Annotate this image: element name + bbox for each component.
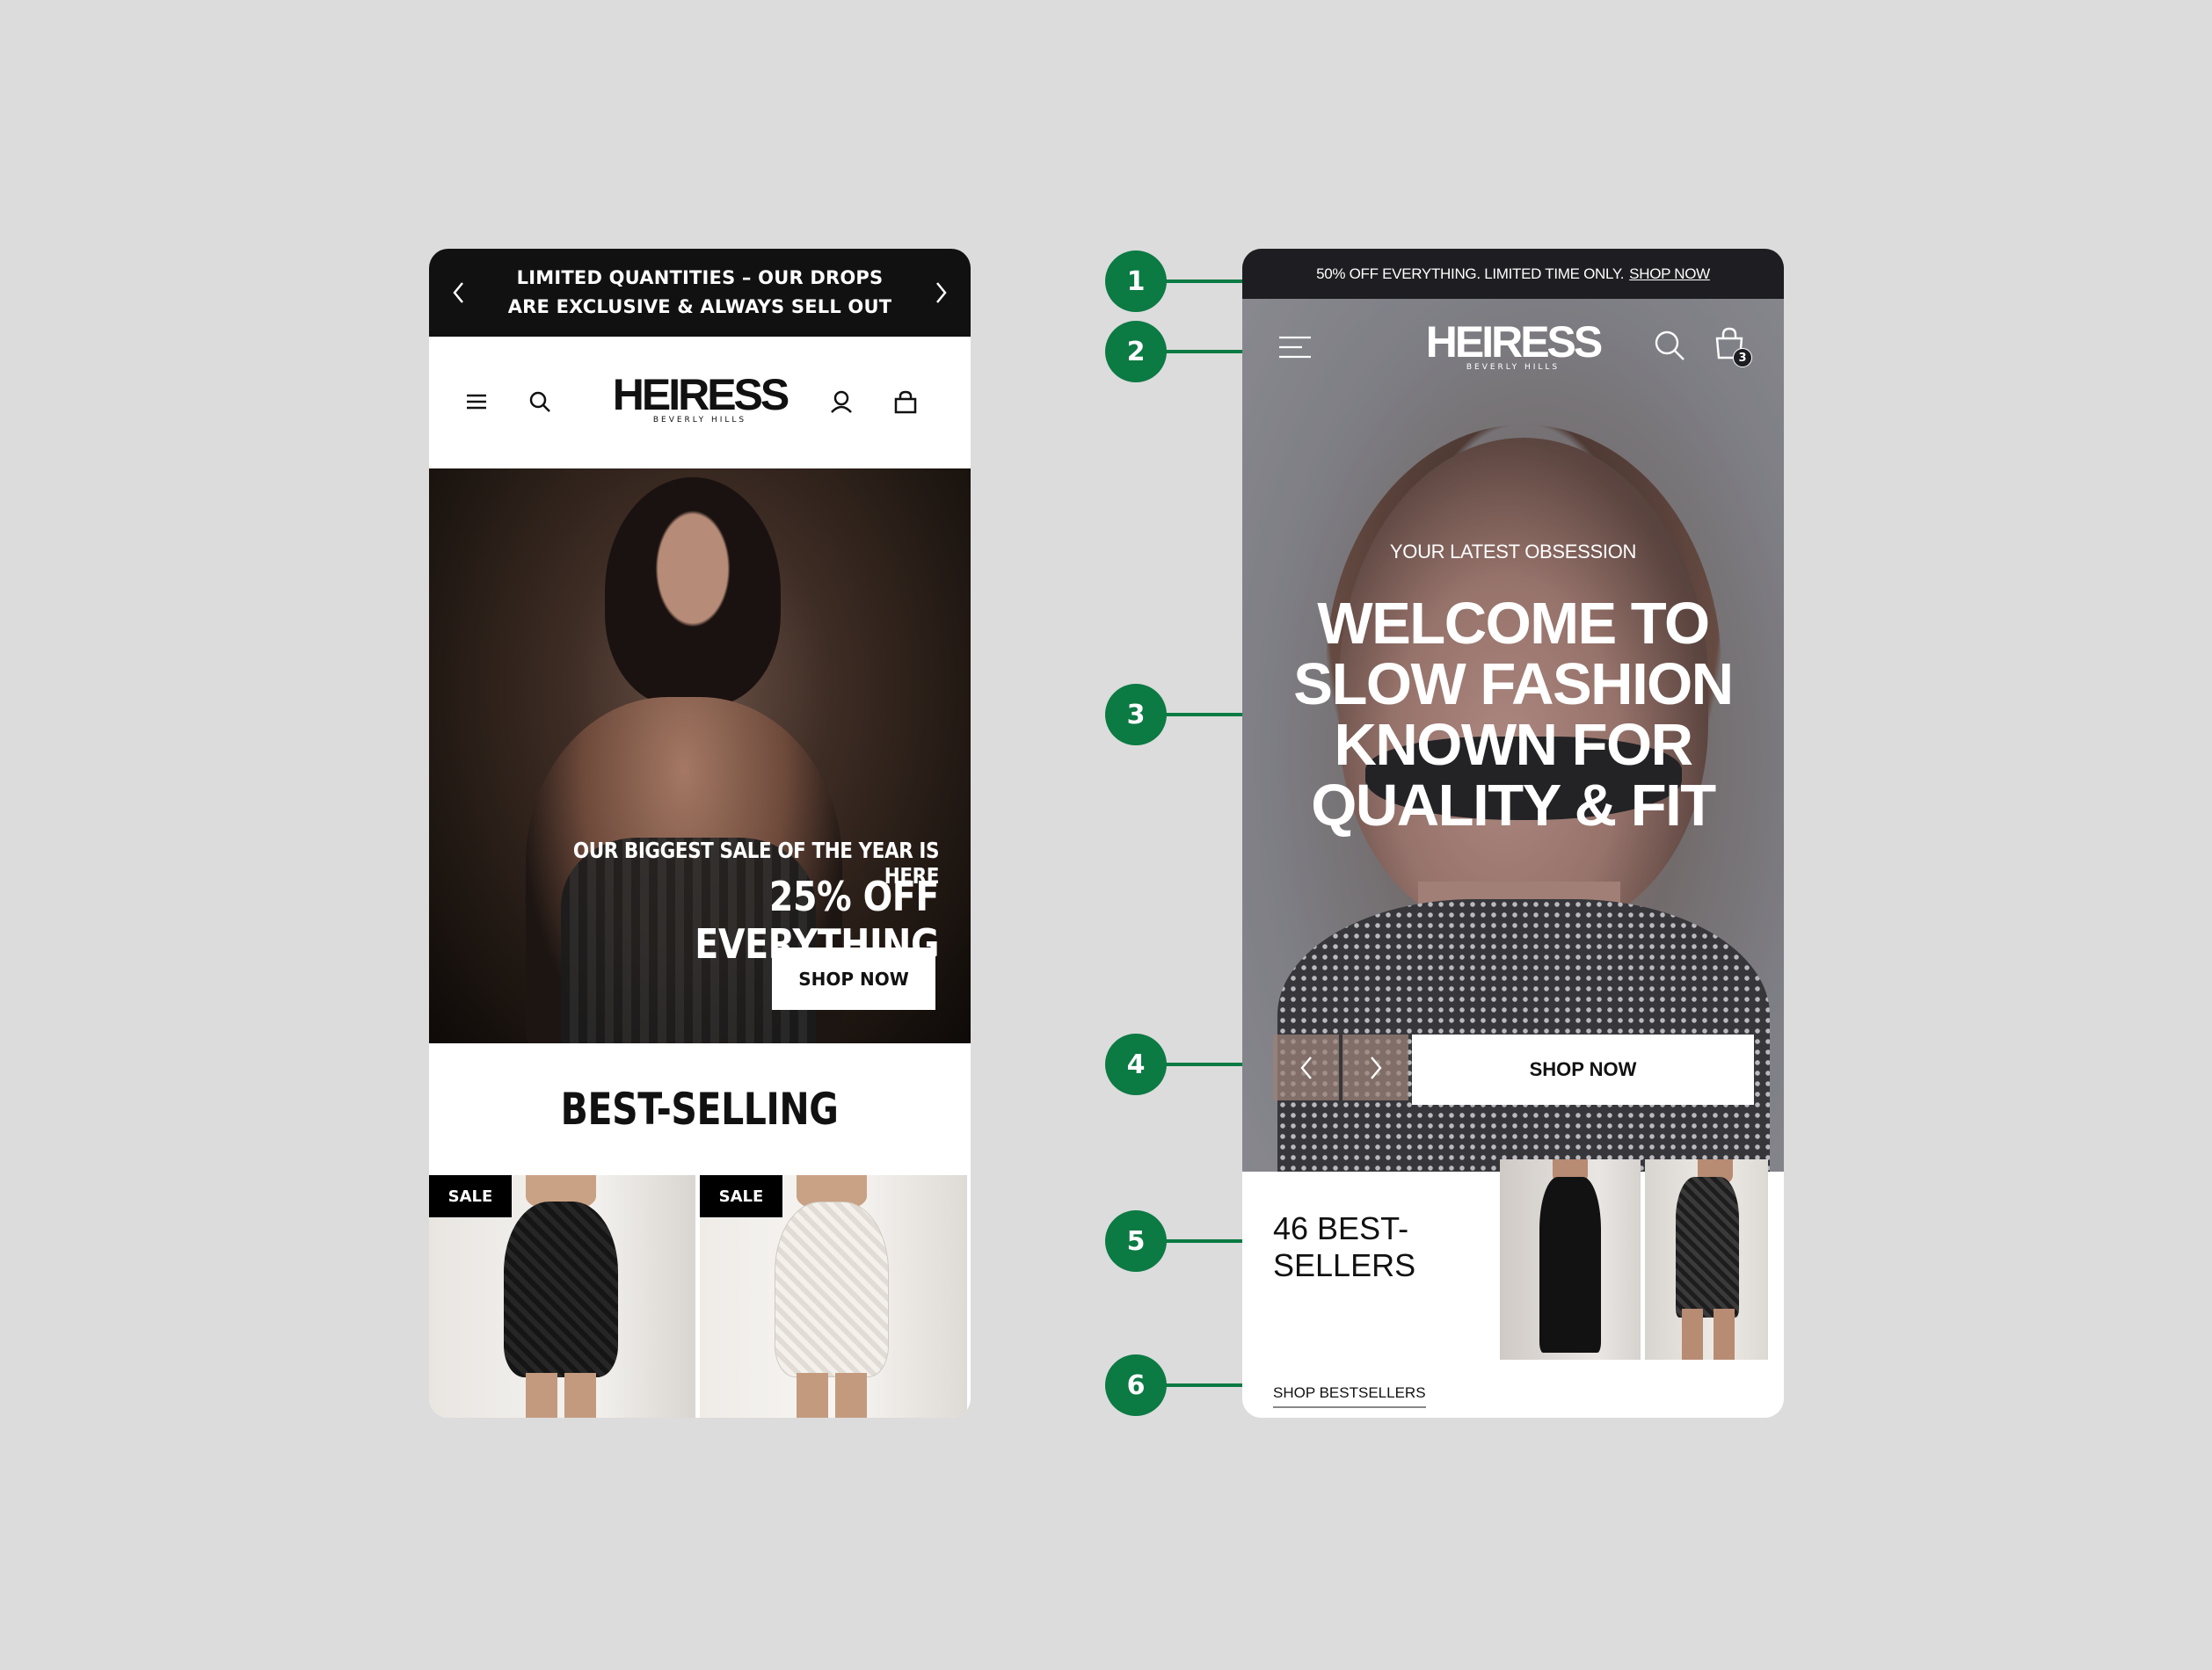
callout-connector [1165, 1239, 1242, 1243]
sale-badge: SALE [429, 1175, 512, 1217]
product-image [1676, 1177, 1739, 1318]
callout-number: 3 [1105, 684, 1167, 745]
product-grid: SALE SALE [429, 1175, 971, 1418]
shop-now-button[interactable]: SHOP NOW [1412, 1035, 1754, 1105]
bestsellers-count: 46 BEST-SELLERS [1273, 1210, 1416, 1283]
section-title: BEST-SELLING [561, 1084, 839, 1135]
search-icon[interactable] [519, 381, 561, 423]
mobile-screen-redesign: 50% OFF EVERYTHING. LIMITED TIME ONLY. S… [1242, 249, 1784, 1418]
product-thumbnail[interactable] [1500, 1159, 1641, 1360]
hero-eyebrow: YOUR LATEST OBSESSION [1389, 541, 1637, 563]
best-selling-section: BEST-SELLING [429, 1043, 971, 1175]
callout-number: 1 [1105, 250, 1167, 312]
menu-icon[interactable] [455, 381, 498, 423]
chevron-right-icon[interactable] [923, 273, 958, 312]
search-icon[interactable] [1650, 326, 1689, 365]
site-header: HEIRESS BEVERLY HILLS [429, 337, 971, 468]
callout-5: 5 [1105, 1210, 1242, 1272]
bag-icon[interactable] [884, 381, 927, 423]
shop-now-button[interactable]: SHOP NOW [772, 948, 935, 1010]
chevron-left-icon[interactable] [441, 273, 477, 312]
menu-icon[interactable] [1276, 328, 1314, 367]
callout-number: 2 [1105, 321, 1167, 382]
callout-connector [1165, 350, 1242, 353]
announcement-bar: 50% OFF EVERYTHING. LIMITED TIME ONLY. S… [1242, 249, 1784, 299]
announcement-text: LIMITED QUANTITIES – OUR DROPS ARE EXCLU… [507, 267, 892, 317]
callout-number: 5 [1105, 1210, 1167, 1272]
hero-banner: 50% OFF EVERYTHING. LIMITED TIME ONLY. S… [1242, 249, 1784, 1172]
product-image [775, 1202, 889, 1377]
logo-wordmark: HEIRESS [612, 370, 790, 419]
product-card[interactable]: SALE [700, 1175, 967, 1418]
callout-connector [1165, 280, 1242, 283]
cart-count-badge: 3 [1733, 348, 1752, 367]
chevron-right-icon [1370, 1056, 1382, 1079]
callout-1: 1 [1105, 250, 1242, 312]
brand-logo[interactable]: HEIRESS BEVERLY HILLS [605, 372, 795, 425]
callout-number: 6 [1105, 1354, 1167, 1416]
callout-6: 6 [1105, 1354, 1242, 1416]
product-image [504, 1202, 618, 1377]
callout-number: 4 [1105, 1034, 1167, 1095]
chevron-left-icon [1299, 1056, 1312, 1079]
account-icon[interactable] [820, 381, 862, 423]
callout-2: 2 [1105, 321, 1242, 382]
shop-bestsellers-link[interactable]: SHOP BESTSELLERS [1273, 1384, 1426, 1408]
sale-badge: SALE [700, 1175, 782, 1217]
brand-logo[interactable]: HEIRESS BEVERLY HILLS [1418, 319, 1608, 372]
logo-wordmark: HEIRESS [1425, 317, 1604, 367]
announcement-text: 50% OFF EVERYTHING. LIMITED TIME ONLY. [1316, 265, 1625, 282]
callout-connector [1165, 1383, 1242, 1387]
announcement-shop-now-link[interactable]: SHOP NOW [1629, 265, 1710, 283]
product-thumbnail[interactable] [1645, 1159, 1768, 1360]
callout-4: 4 [1105, 1034, 1242, 1095]
announcement-bar: LIMITED QUANTITIES – OUR DROPS ARE EXCLU… [429, 249, 971, 337]
hero-banner: OUR BIGGEST SALE OF THE YEAR IS HERE 25%… [429, 468, 971, 1043]
callout-connector [1165, 1063, 1242, 1066]
mobile-screen-original: LIMITED QUANTITIES – OUR DROPS ARE EXCLU… [429, 249, 971, 1418]
bestsellers-section: 46 BEST-SELLERS SHOP BESTSELLERS [1242, 1159, 1784, 1418]
callout-connector [1165, 713, 1242, 716]
hero-model-image [605, 477, 781, 706]
product-image [1539, 1177, 1601, 1353]
callout-3: 3 [1105, 684, 1242, 745]
carousel-prev-button[interactable] [1273, 1035, 1339, 1100]
carousel-next-button[interactable] [1342, 1035, 1408, 1100]
hero-title: WELCOME TO SLOW FASHION KNOWN FOR QUALIT… [1293, 591, 1734, 839]
product-card[interactable]: SALE [429, 1175, 695, 1418]
